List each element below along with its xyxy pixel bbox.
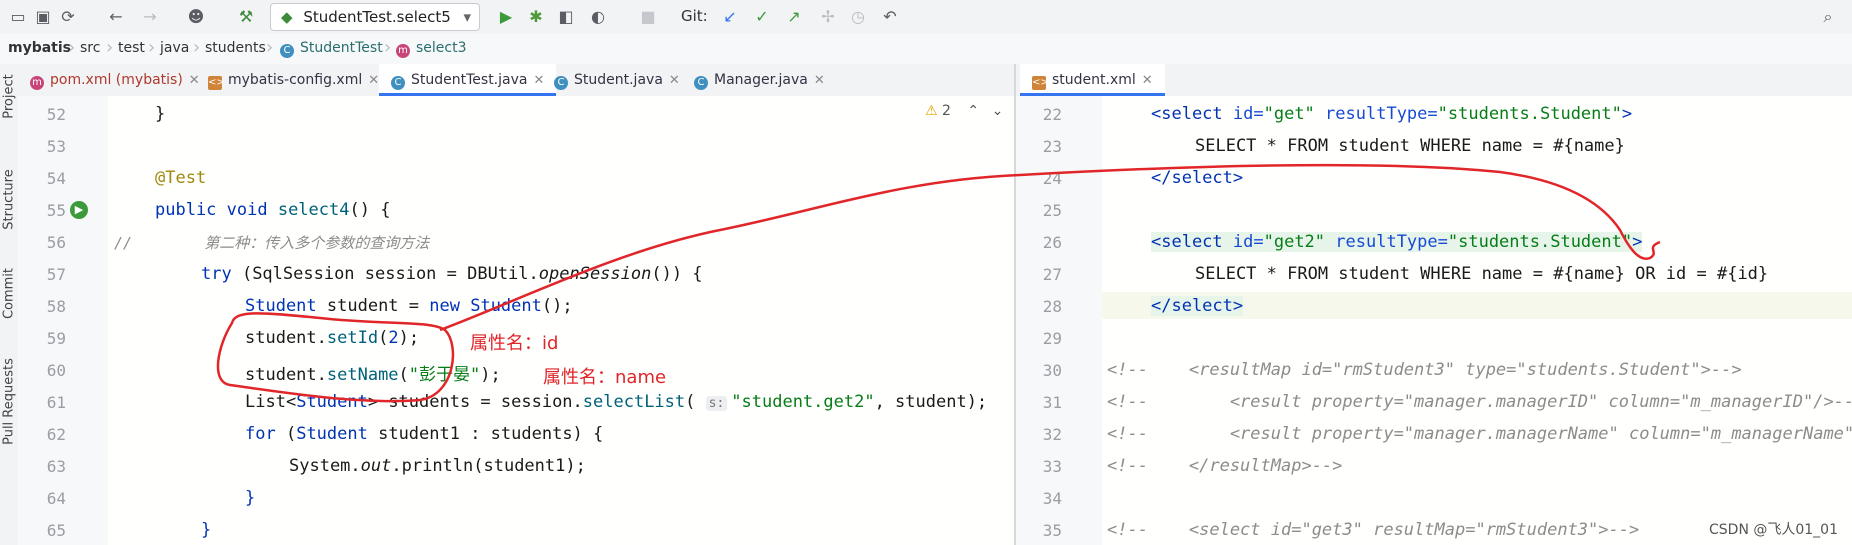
watermark: CSDN @飞人01_01 [1709,522,1838,538]
annotation-stroke [439,163,1661,332]
annotation-stroke [216,312,455,403]
annotation-overlay [216,163,1661,403]
